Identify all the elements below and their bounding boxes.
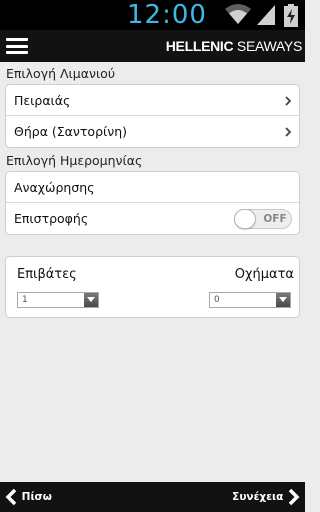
dropdown-arrow-icon (84, 293, 98, 307)
port-section-label: Επιλογή Λιμανιού (6, 66, 116, 81)
passengers-select[interactable]: 1 (17, 292, 99, 308)
departure-date-label: Αναχώρησης (14, 180, 95, 195)
chevron-right-icon (285, 96, 291, 106)
departure-date-row[interactable]: Αναχώρησης (6, 172, 299, 203)
dropdown-arrow-icon (276, 293, 290, 307)
arrow-right-icon (288, 488, 300, 506)
next-button-label: Συνέχεια (232, 491, 284, 503)
return-toggle[interactable]: OFF (234, 209, 292, 229)
arrival-port-label: Θήρα (Σαντορίνη) (14, 124, 128, 139)
toggle-state-label: OFF (263, 213, 287, 225)
app-bar: HELLENIC SEAWAYS (0, 30, 305, 62)
brand-logo: HELLENIC SEAWAYS (165, 35, 303, 57)
menu-icon[interactable] (6, 38, 28, 54)
status-bar: 12:00 (0, 0, 305, 30)
signal-icon (257, 5, 275, 25)
vehicles-select-value: 0 (214, 295, 220, 305)
toggle-knob (234, 209, 256, 229)
back-button-label: Πίσω (21, 491, 52, 503)
brand-logo-light: SEAWAYS (233, 38, 302, 54)
passengers-select-value: 1 (22, 295, 28, 305)
bottom-nav-bar: Πίσω Συνέχεια (0, 482, 305, 512)
vehicles-label: Οχήματα (234, 267, 294, 282)
departure-port-row[interactable]: Πειραιάς (6, 85, 299, 116)
return-date-row: Επιστροφής OFF (6, 203, 299, 234)
battery-charging-icon (284, 4, 298, 27)
date-section-label: Επιλογή Ημερομηνίας (6, 153, 143, 168)
brand-logo-bold: HELLENIC (165, 38, 234, 54)
back-button[interactable]: Πίσω (4, 482, 52, 512)
chevron-right-icon (285, 127, 291, 137)
counts-card: Επιβάτες Οχήματα 1 0 (5, 256, 300, 318)
arrow-left-icon (5, 488, 17, 506)
return-date-label: Επιστροφής (14, 211, 89, 226)
departure-port-label: Πειραιάς (14, 93, 71, 108)
next-button[interactable]: Συνέχεια (232, 482, 301, 512)
status-time: 12:00 (127, 0, 207, 30)
arrival-port-row[interactable]: Θήρα (Σαντορίνη) (6, 116, 299, 147)
vehicles-select[interactable]: 0 (209, 292, 291, 308)
date-card: Αναχώρησης Επιστροφής OFF (5, 171, 300, 235)
port-card: Πειραιάς Θήρα (Σαντορίνη) (5, 84, 300, 148)
wifi-icon (225, 4, 251, 24)
passengers-label: Επιβάτες (17, 267, 77, 282)
